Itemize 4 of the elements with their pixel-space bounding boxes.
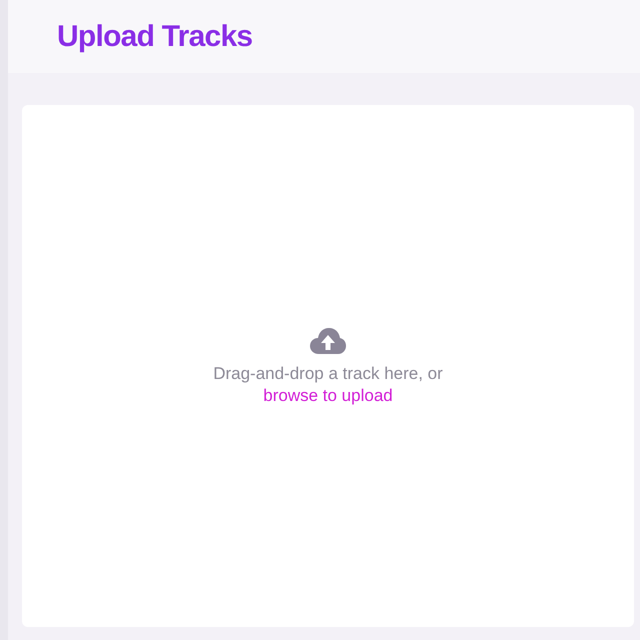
page-title: Upload Tracks	[57, 19, 252, 55]
cloud-upload-icon	[310, 327, 346, 355]
dropzone-instructions: Drag-and-drop a track here, or browse to upload	[212, 363, 444, 407]
browse-link[interactable]: browse to upload	[263, 386, 393, 405]
